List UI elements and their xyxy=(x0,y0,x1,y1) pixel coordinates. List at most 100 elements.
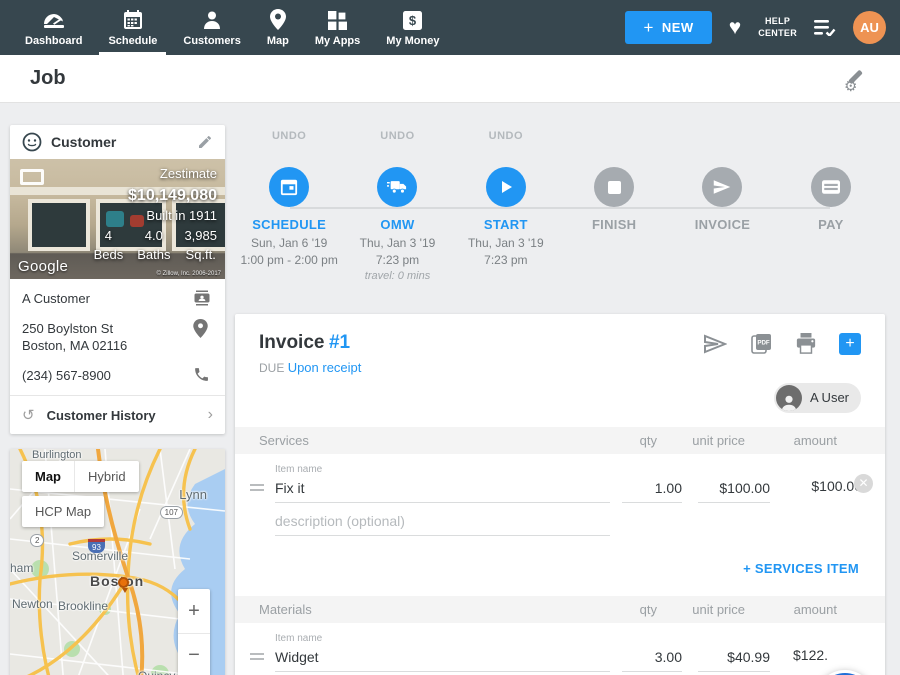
nav-my-money-label: My Money xyxy=(386,35,439,47)
add-services-item-link[interactable]: + SERVICES ITEM xyxy=(743,561,859,576)
materials-section-header: Materials qty unit price amount xyxy=(235,596,885,623)
hcp-map-button[interactable]: HCP Map xyxy=(22,496,104,527)
edit-pencil-icon[interactable] xyxy=(197,134,213,150)
location-pin-icon[interactable] xyxy=(193,319,213,338)
calendar-icon xyxy=(280,178,298,196)
zoom-in-button[interactable]: + xyxy=(178,589,210,633)
chevron-right-icon: › xyxy=(208,406,213,424)
sidebar: Customer Zestimate $10,149,080 Built in … xyxy=(10,125,225,675)
amount-column-header: amount xyxy=(759,602,837,617)
undo-start-button[interactable]: UNDO xyxy=(452,130,560,144)
nav-schedule-label: Schedule xyxy=(108,35,157,47)
pay-step-label: PAY xyxy=(777,217,885,232)
drag-handle[interactable] xyxy=(250,653,275,672)
svg-text:PDF: PDF xyxy=(757,339,770,346)
omw-step-button[interactable] xyxy=(377,167,417,207)
customer-card-header: Customer xyxy=(10,125,225,159)
customer-card: Customer Zestimate $10,149,080 Built in … xyxy=(10,125,225,434)
nav-customers[interactable]: Customers xyxy=(170,0,253,55)
invoice-title: Invoice xyxy=(259,332,324,353)
task-list-icon[interactable] xyxy=(814,19,836,36)
invoice-header: Invoice #1 PDF + xyxy=(235,314,885,360)
map-type-hybrid-button[interactable]: Hybrid xyxy=(74,461,139,492)
address-line-1: 250 Boylston St xyxy=(22,320,193,338)
customer-phone-row: (234) 567-8900 xyxy=(22,366,213,385)
assignee-pill[interactable]: A User xyxy=(774,383,861,413)
map-widget[interactable]: Burlington Lynn Somerville Boston ham Ne… xyxy=(10,449,225,675)
schedule-step-button[interactable] xyxy=(269,167,309,207)
service-unit-price-input[interactable] xyxy=(698,478,770,503)
pdf-icon[interactable]: PDF xyxy=(749,332,773,356)
svg-text:$: $ xyxy=(409,13,417,28)
top-navigation: Dashboard Schedule Customers Map My Apps xyxy=(0,0,900,55)
dashboard-icon xyxy=(42,8,66,30)
undo-schedule-button[interactable]: UNDO xyxy=(235,130,343,144)
job-tools-icon[interactable]: ⚙ xyxy=(844,67,870,91)
invoice-step-button[interactable] xyxy=(702,167,742,207)
invoice-due-row: DUE Upon receipt xyxy=(235,360,885,375)
nav-my-money[interactable]: $ My Money xyxy=(373,0,452,55)
customer-history-row[interactable]: ↺ Customer History › xyxy=(10,395,225,434)
nav-my-apps[interactable]: My Apps xyxy=(302,0,373,55)
map-label-newton: Newton xyxy=(12,597,53,611)
service-item-name-input[interactable] xyxy=(275,478,610,503)
page-title: Job xyxy=(30,67,66,90)
send-invoice-icon[interactable] xyxy=(703,334,727,354)
route-107-shield: 107 xyxy=(160,506,183,519)
delete-service-item-button[interactable]: ✕ xyxy=(854,474,873,493)
health-heart-icon[interactable]: ♥ xyxy=(729,17,741,38)
undo-omw-button[interactable]: UNDO xyxy=(343,130,451,144)
nav-map[interactable]: Map xyxy=(254,0,302,55)
start-step-label: START xyxy=(452,217,560,232)
timeline-step-invoice: INVOICE xyxy=(668,130,776,284)
storefront-window xyxy=(28,199,90,251)
customer-face-icon xyxy=(22,132,42,152)
zestimate-overlay: Zestimate $10,149,080 Built in 1911 4 Be… xyxy=(94,165,217,265)
map-zoom-control: + − xyxy=(178,589,210,675)
nav-dashboard-label: Dashboard xyxy=(25,35,82,47)
phone-icon[interactable] xyxy=(193,366,213,383)
content-area: Customer Zestimate $10,149,080 Built in … xyxy=(0,103,900,675)
help-line2: CENTER xyxy=(758,28,797,39)
nav-schedule[interactable]: Schedule xyxy=(95,0,170,55)
invoice-actions: PDF + xyxy=(703,332,861,356)
street-view-frame-icon[interactable] xyxy=(20,169,44,185)
service-description-input[interactable] xyxy=(275,511,610,536)
pay-step-button[interactable] xyxy=(811,167,851,207)
start-step-button[interactable] xyxy=(486,167,526,207)
contact-card-icon[interactable] xyxy=(193,289,213,307)
help-line1: HELP xyxy=(758,16,797,27)
unit-price-column-header: unit price xyxy=(673,602,745,617)
material-qty-input[interactable] xyxy=(622,647,682,672)
material-item-row: Item name $122. xyxy=(235,623,885,672)
timeline-step-finish: FINISH xyxy=(560,130,668,284)
nav-map-label: Map xyxy=(267,35,289,47)
print-icon[interactable] xyxy=(795,333,817,354)
stop-icon xyxy=(608,181,621,194)
add-invoice-button[interactable]: + xyxy=(839,333,861,355)
invoice-number[interactable]: #1 xyxy=(329,332,350,353)
service-qty-input[interactable] xyxy=(622,478,682,503)
drag-handle[interactable] xyxy=(250,484,275,503)
nav-dashboard[interactable]: Dashboard xyxy=(12,0,95,55)
timeline-step-pay: PAY xyxy=(777,130,885,284)
property-street-view-image[interactable]: Zestimate $10,149,080 Built in 1911 4 Be… xyxy=(10,159,225,279)
omw-travel-time: travel: 0 mins xyxy=(343,269,451,284)
main-column: UNDO SCHEDULE Sun, Jan 6 '19 1:00 pm - 2… xyxy=(235,103,885,675)
material-item-name-input[interactable] xyxy=(275,647,610,672)
help-center-link[interactable]: HELP CENTER xyxy=(758,16,797,39)
zoom-out-button[interactable]: − xyxy=(178,633,210,675)
user-avatar[interactable]: AU xyxy=(853,11,886,44)
due-terms-link[interactable]: Upon receipt xyxy=(288,360,362,375)
truck-icon xyxy=(387,179,407,195)
customer-history-label: Customer History xyxy=(47,408,208,423)
map-type-map-button[interactable]: Map xyxy=(22,461,74,492)
material-unit-price-input[interactable] xyxy=(698,647,770,672)
map-label-lynn: Lynn xyxy=(179,487,207,502)
item-name-field-label: Item name xyxy=(275,464,610,475)
new-button[interactable]: + NEW xyxy=(625,11,711,44)
property-stats: 4 Beds 4.0 Baths 3,985 Sq.ft. xyxy=(94,227,217,265)
finish-step-button[interactable] xyxy=(594,167,634,207)
map-pin-icon xyxy=(270,8,286,30)
amount-column-header: amount xyxy=(759,433,837,448)
